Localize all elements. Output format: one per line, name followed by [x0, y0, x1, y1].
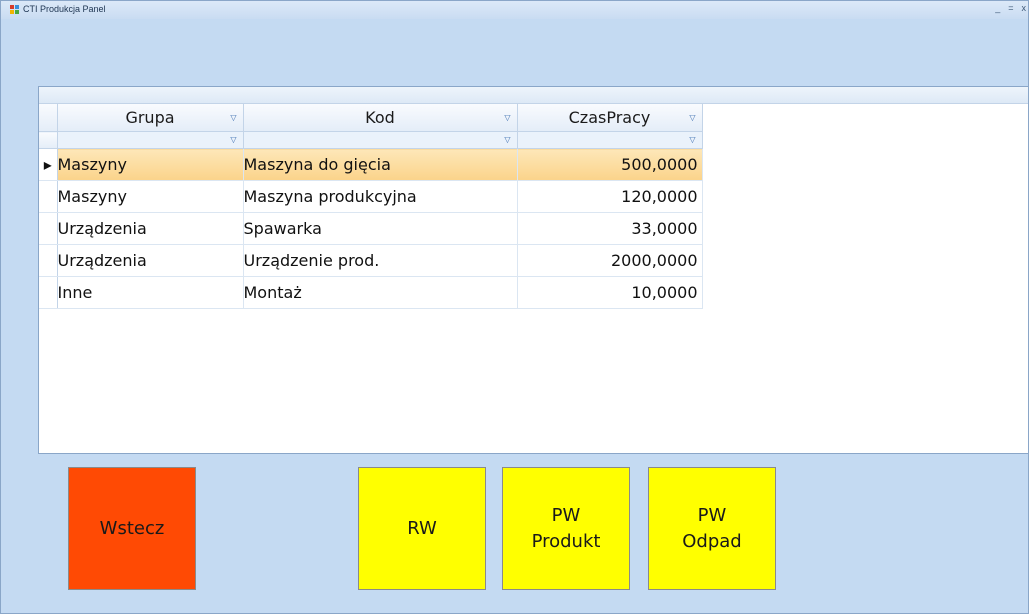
row-indicator-cell — [39, 212, 58, 245]
window-title: CTI Produkcja Panel — [23, 4, 106, 14]
filter-cell-grupa[interactable]: ▽ — [57, 131, 244, 149]
row-indicator-cell — [39, 180, 58, 213]
cell-grupa[interactable]: Maszyny — [57, 148, 244, 181]
column-header-label: Grupa — [125, 108, 175, 127]
column-header-kod[interactable]: Kod ▽ — [243, 104, 518, 132]
cell-grupa[interactable]: Maszyny — [57, 180, 244, 213]
data-grid[interactable]: Grupa ▽ Kod ▽ CzasPracy ▽ ▽ ▽ ▽ ▸ Maszyn… — [38, 86, 1028, 454]
column-header-label: CzasPracy — [568, 108, 651, 127]
header-row: Grupa ▽ Kod ▽ CzasPracy ▽ — [39, 104, 703, 132]
column-header-label: Kod — [365, 108, 395, 127]
filter-icon[interactable]: ▽ — [504, 136, 510, 144]
app-window: CTI Produkcja Panel _ = x Grupa ▽ Kod ▽ … — [0, 0, 1029, 614]
table-row[interactable]: Inne Montaż 10,0000 — [39, 276, 703, 309]
column-header-czaspracy[interactable]: CzasPracy ▽ — [517, 104, 703, 132]
cell-grupa[interactable]: Urządzenia — [57, 212, 244, 245]
filter-cell-czaspracy[interactable]: ▽ — [517, 131, 703, 149]
header-indicator-cell — [39, 104, 58, 132]
rw-button-label: RW — [407, 517, 437, 539]
column-header-grupa[interactable]: Grupa ▽ — [57, 104, 244, 132]
cell-grupa[interactable]: Urządzenia — [57, 244, 244, 277]
row-indicator-cell — [39, 276, 58, 309]
cell-grupa[interactable]: Inne — [57, 276, 244, 309]
window-controls: _ = x — [987, 3, 1026, 13]
app-icon — [10, 5, 20, 15]
grid-table: Grupa ▽ Kod ▽ CzasPracy ▽ ▽ ▽ ▽ ▸ Maszyn… — [39, 104, 703, 309]
maximize-button[interactable]: = — [1008, 3, 1013, 13]
filter-row: ▽ ▽ ▽ — [39, 131, 703, 149]
pw-produkt-button[interactable]: PW Produkt — [502, 467, 630, 590]
cell-kod[interactable]: Spawarka — [243, 212, 518, 245]
filter-cell-kod[interactable]: ▽ — [243, 131, 518, 149]
pw-odpad-button[interactable]: PW Odpad — [648, 467, 776, 590]
filter-icon[interactable]: ▽ — [230, 136, 236, 144]
cell-kod[interactable]: Urządzenie prod. — [243, 244, 518, 277]
cell-czaspracy[interactable]: 500,0000 — [517, 148, 703, 181]
group-by-bar[interactable] — [39, 87, 1028, 104]
table-row[interactable]: ▸ Maszyny Maszyna do gięcia 500,0000 — [39, 148, 703, 181]
filter-icon[interactable]: ▽ — [689, 136, 695, 144]
rw-button[interactable]: RW — [358, 467, 486, 590]
row-indicator-cell — [39, 244, 58, 277]
cell-kod[interactable]: Maszyna do gięcia — [243, 148, 518, 181]
table-row[interactable]: Maszyny Maszyna produkcyjna 120,0000 — [39, 180, 703, 213]
cell-kod[interactable]: Maszyna produkcyjna — [243, 180, 518, 213]
pw-odpad-button-label: PW Odpad — [682, 504, 742, 552]
cell-czaspracy[interactable]: 2000,0000 — [517, 244, 703, 277]
back-button[interactable]: Wstecz — [68, 467, 196, 590]
current-row-indicator-icon: ▸ — [39, 148, 58, 181]
filter-indicator-cell — [39, 131, 58, 149]
filter-icon[interactable]: ▽ — [689, 114, 695, 122]
filter-icon[interactable]: ▽ — [230, 114, 236, 122]
title-bar[interactable]: CTI Produkcja Panel _ = x — [1, 1, 1028, 19]
table-row[interactable]: Urządzenia Urządzenie prod. 2000,0000 — [39, 244, 703, 277]
filter-icon[interactable]: ▽ — [504, 114, 510, 122]
back-button-label: Wstecz — [99, 517, 165, 539]
minimize-button[interactable]: _ — [995, 3, 1000, 13]
cell-czaspracy[interactable]: 120,0000 — [517, 180, 703, 213]
cell-kod[interactable]: Montaż — [243, 276, 518, 309]
cell-czaspracy[interactable]: 10,0000 — [517, 276, 703, 309]
close-button[interactable]: x — [1022, 3, 1027, 13]
cell-czaspracy[interactable]: 33,0000 — [517, 212, 703, 245]
table-row[interactable]: Urządzenia Spawarka 33,0000 — [39, 212, 703, 245]
pw-produkt-button-label: PW Produkt — [531, 504, 601, 552]
